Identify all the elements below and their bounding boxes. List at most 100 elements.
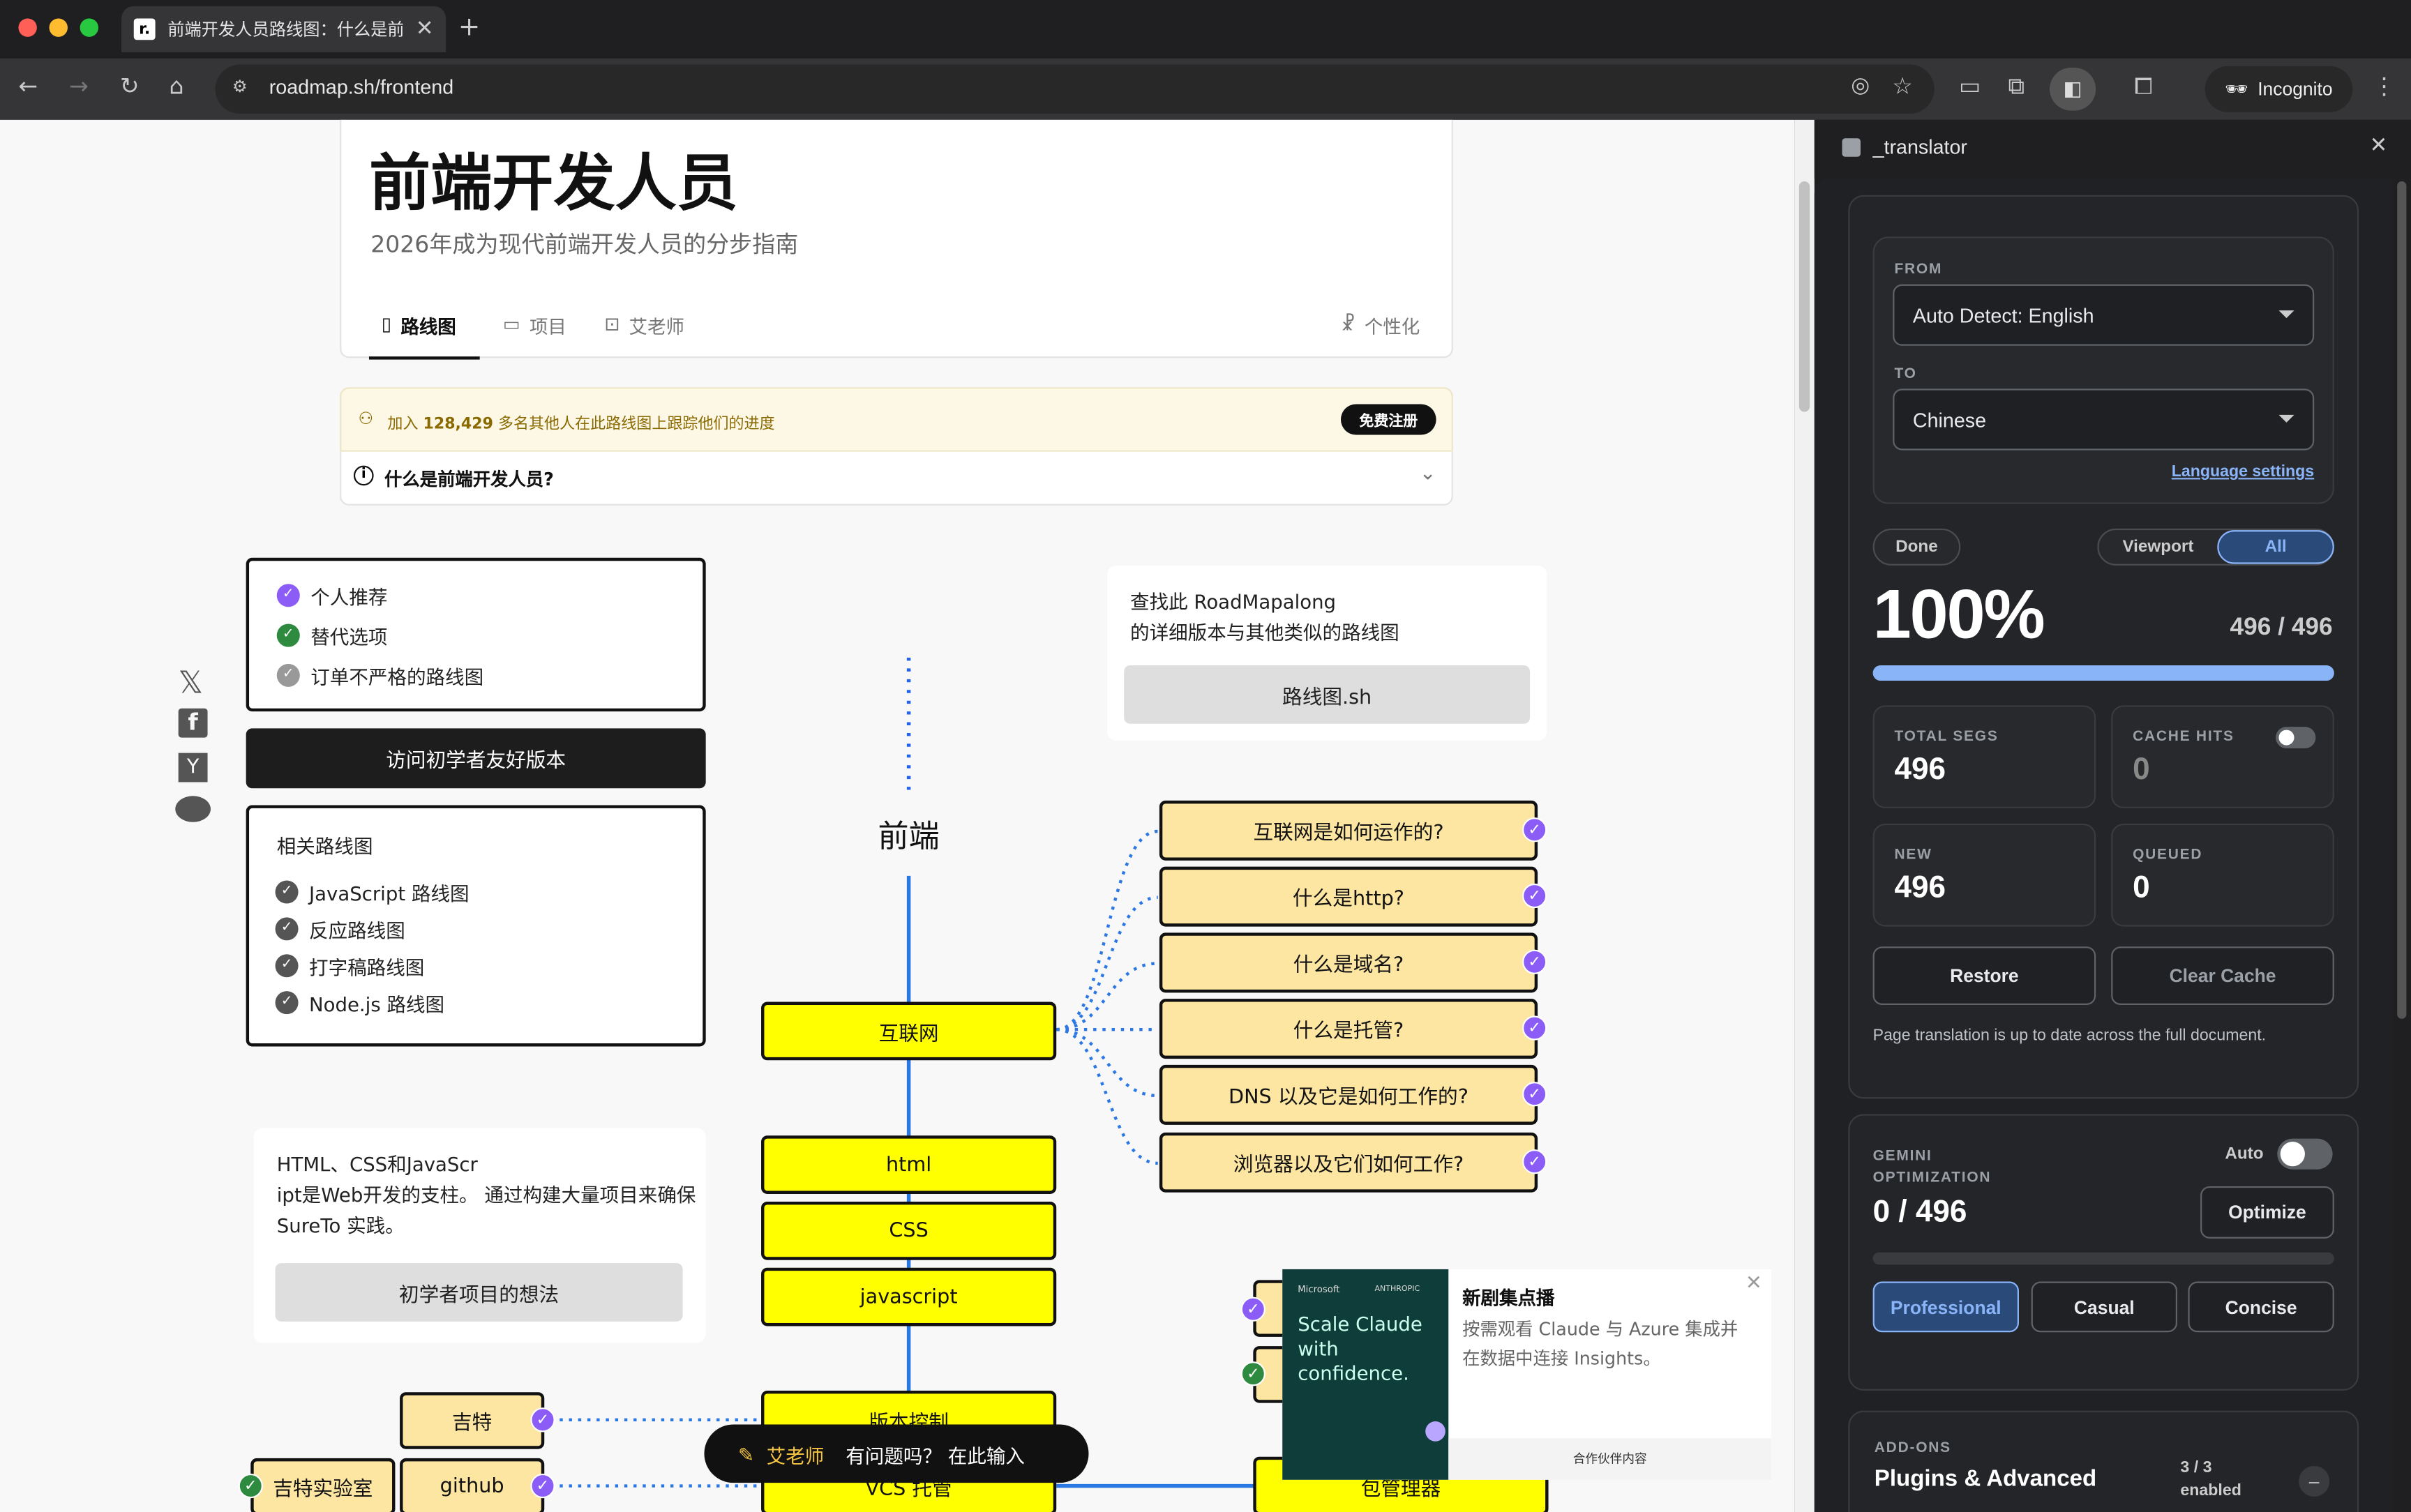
addons-count: 3 / 3 (2180, 1458, 2212, 1477)
panel-title: _translator (1872, 135, 1967, 158)
topic-how-internet-works[interactable]: 互联网是如何运作的? (1159, 800, 1538, 861)
extensions-puzzle-icon[interactable]: ⧉ (2008, 73, 2025, 100)
status-text: Page translation is up to date across th… (1872, 1026, 2267, 1045)
stat-label: NEW (1894, 847, 1932, 864)
browser-tab[interactable]: r. 前端开发人员路线图：什么是前 ✕ (121, 6, 446, 52)
menu-kebab-icon[interactable]: ⋮ (2373, 73, 2396, 100)
to-language-select[interactable]: Chinese (1893, 388, 2315, 451)
topic-git[interactable]: 吉特 (400, 1392, 545, 1449)
gemini-section: GEMINI OPTIMIZATION Auto 0 / 496 Optimiz… (1848, 1114, 2359, 1391)
reload-icon[interactable]: ↻ (120, 73, 140, 100)
done-check-icon: ✓ (1522, 1149, 1547, 1174)
from-language-select[interactable]: Auto Detect: English (1893, 284, 2315, 346)
style-concise[interactable]: Concise (2188, 1281, 2334, 1333)
incognito-badge[interactable]: 🕶 Incognito (2205, 66, 2353, 112)
progress-bar-fill (1872, 665, 2334, 681)
eye-off-icon[interactable]: ◎ (1851, 74, 1870, 98)
language-card: FROM Auto Detect: English TO Chinese Lan… (1872, 236, 2334, 504)
gemini-label: GEMINI (1872, 1147, 1932, 1165)
scope-all[interactable]: All (2217, 530, 2334, 564)
ad-brand-1: Microsoft (1298, 1284, 1340, 1296)
auto-label: Auto (2225, 1144, 2264, 1163)
ad-orb (1425, 1421, 1445, 1442)
progress-bar (1872, 665, 2334, 681)
close-panel-icon[interactable]: ✕ (2370, 134, 2388, 158)
optimize-button[interactable]: Optimize (2200, 1186, 2334, 1239)
addons-enabled: enabled (2180, 1481, 2241, 1500)
panel-scrollbar[interactable] (2392, 178, 2411, 1512)
stat-new: NEW 496 (1872, 823, 2096, 927)
ad-body: 按需观看 Claude 与 Azure 集成并在数据中连接 Insights。 (1462, 1318, 1738, 1370)
url-text: roadmap.sh/frontend (269, 75, 454, 99)
toggle-knob (2280, 1142, 2305, 1167)
topic-dns[interactable]: DNS 以及它是如何工作的? (1159, 1064, 1538, 1125)
language-settings-link[interactable]: Language settings (2172, 462, 2314, 481)
addons-section: ADD-ONS Plugins & Advanced 3 / 3 enabled… (1848, 1410, 2359, 1512)
bookmark-star-icon[interactable]: ☆ (1892, 73, 1913, 100)
node-javascript[interactable]: javascript (761, 1267, 1057, 1326)
collapse-icon[interactable]: – (2299, 1465, 2330, 1497)
address-bar[interactable]: ⚙ roadmap.sh/frontend ◎ ☆ (215, 64, 1935, 114)
dropdown-arrow-icon (2278, 310, 2294, 319)
progress-count: 496 / 496 (2230, 614, 2333, 641)
ad-close-icon[interactable]: ✕ (1745, 1272, 1762, 1295)
tab-search-icon[interactable]: ⧠ (2134, 73, 2152, 100)
stat-value: 0 (2133, 753, 2150, 787)
style-professional[interactable]: Professional (1872, 1281, 2019, 1333)
close-window-button[interactable] (18, 18, 37, 37)
topic-what-is-http[interactable]: 什么是http? (1159, 866, 1538, 927)
style-casual[interactable]: Casual (2031, 1281, 2178, 1333)
new-tab-icon[interactable]: + (458, 13, 480, 43)
restore-button[interactable]: Restore (1872, 946, 2096, 1005)
stat-label: CACHE HITS (2133, 728, 2235, 746)
alt-check-icon: ✓ (238, 1473, 263, 1499)
addons-title: Plugins & Advanced (1874, 1465, 2097, 1492)
node-css[interactable]: CSS (761, 1201, 1057, 1260)
back-icon[interactable]: ← (18, 73, 38, 100)
toggle-knob (2278, 729, 2294, 746)
auto-toggle[interactable] (2277, 1138, 2333, 1170)
ai-chip-label: 艾老师 (766, 1444, 825, 1467)
maximize-window-button[interactable] (80, 18, 99, 37)
topic-domain-name[interactable]: 什么是域名? (1159, 932, 1538, 993)
scope-viewport[interactable]: Viewport (2099, 530, 2218, 564)
side-panel-icon[interactable]: ◧ (2050, 67, 2096, 111)
minimize-window-button[interactable] (49, 18, 68, 37)
side-panel-header: _translator ✕ (1814, 119, 2411, 179)
stat-value: 496 (1894, 871, 1946, 905)
cache-toggle[interactable] (2276, 727, 2316, 749)
extension-icon[interactable]: ▭ (1959, 73, 1981, 100)
done-check-icon: ✓ (1522, 949, 1547, 974)
to-label: TO (1894, 365, 1917, 383)
topic-hosting[interactable]: 什么是托管? (1159, 999, 1538, 1059)
tab-close-icon[interactable]: ✕ (416, 17, 434, 41)
incognito-icon: 🕶 (2225, 78, 2248, 100)
roadmap-favicon-icon: r. (133, 18, 156, 40)
forward-icon[interactable]: → (69, 73, 89, 100)
page-scrollbar[interactable] (1794, 119, 1815, 1512)
topic-gitlab[interactable]: 吉特实验室 (250, 1458, 396, 1512)
root-node: 前端 (878, 817, 940, 855)
translator-icon (1842, 138, 1861, 157)
page-scrollbar-thumb[interactable] (1798, 181, 1810, 412)
node-html[interactable]: html (761, 1135, 1057, 1194)
stat-cache-hits: CACHE HITS 0 (2111, 705, 2334, 808)
clear-cache-button[interactable]: Clear Cache (2111, 946, 2334, 1005)
stat-label: TOTAL SEGS (1894, 728, 1999, 746)
topic-browsers[interactable]: 浏览器以及它们如何工作? (1159, 1132, 1538, 1193)
ad-brand-2: ANTHROPIC (1374, 1284, 1420, 1294)
topic-github[interactable]: github (400, 1458, 545, 1512)
home-icon[interactable]: ⌂ (169, 73, 183, 100)
site-settings-icon[interactable]: ⚙ (232, 77, 248, 97)
panel-scrollbar-thumb[interactable] (2397, 181, 2407, 1019)
done-check-icon: ✓ (1522, 883, 1547, 909)
sponsor-ad[interactable]: Microsoft ANTHROPIC Scale Claude with co… (1282, 1269, 1772, 1480)
from-label: FROM (1894, 261, 1943, 278)
done-check-icon: ✓ (1240, 1296, 1265, 1322)
done-check-icon: ✓ (1522, 1082, 1547, 1107)
tab-title: 前端开发人员路线图：什么是前 (167, 20, 404, 40)
ai-tutor-chip[interactable]: ✎ 艾老师 有问题吗？ 在此输入 (704, 1424, 1089, 1483)
optimization-label: OPTIMIZATION (1872, 1169, 1992, 1186)
node-internet[interactable]: 互联网 (761, 1001, 1057, 1061)
stat-value: 0 (2133, 871, 2150, 905)
